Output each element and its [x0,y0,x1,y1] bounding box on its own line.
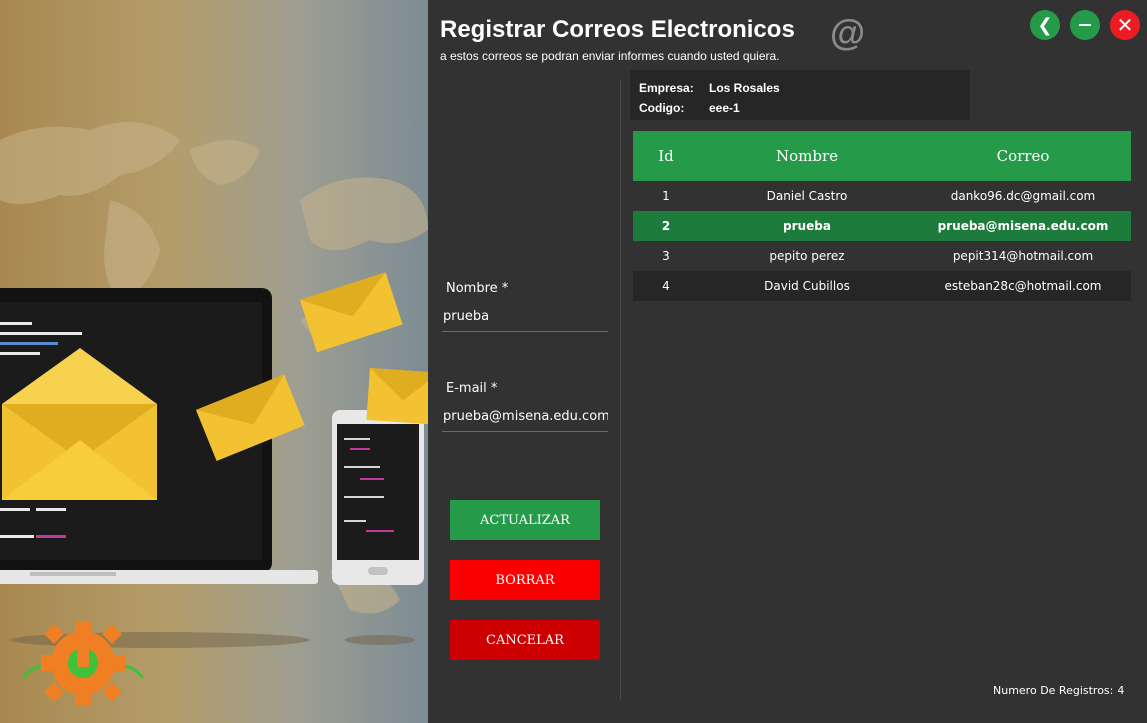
company-info: Empresa: Los Rosales Codigo: eee-1 [630,70,970,120]
table-row[interactable]: 1 Daniel Castro danko96.dc@gmail.com [633,181,1131,211]
cell-correo: prueba@misena.edu.com [937,219,1109,233]
cell-id: 4 [662,279,670,293]
cell-correo: esteban28c@hotmail.com [944,279,1102,293]
close-button[interactable]: ✕ [1110,10,1140,40]
column-header-id[interactable]: Id [633,147,699,165]
page-title: Registrar Correos Electronicos [440,16,795,43]
cancel-button[interactable]: CANCELAR [450,620,600,660]
record-count: Numero De Registros: 4 [993,684,1124,697]
email-label: E-mail * [446,381,498,396]
cell-correo: danko96.dc@gmail.com [950,189,1096,203]
cell-correo: pepit314@hotmail.com [952,249,1094,263]
table-header: Id Nombre Correo [633,131,1131,181]
cell-nombre: pepito perez [769,249,845,263]
back-button[interactable]: ❮ [1030,10,1060,40]
column-header-nombre[interactable]: Nombre [699,147,915,165]
nombre-field[interactable] [442,302,608,332]
cell-id: 3 [662,249,670,263]
email-illustration [0,0,428,723]
email-field[interactable] [442,402,608,432]
table-row[interactable]: 3 pepito perez pepit314@hotmail.com [633,241,1131,271]
empresa-value: Los Rosales [709,81,780,95]
record-count-label: Numero De Registros: [993,684,1114,697]
back-arrow-icon: ❮ [1037,14,1053,36]
codigo-label: Codigo: [639,101,685,115]
registration-panel: Registrar Correos Electronicos a estos c… [428,0,1147,723]
close-icon: ✕ [1116,13,1134,37]
emails-table: Id Nombre Correo 1 Daniel Castro danko96… [633,131,1131,301]
cell-nombre: Daniel Castro [766,189,848,203]
at-sign-icon: @ [830,12,866,53]
delete-button[interactable]: BORRAR [450,560,600,600]
page-subtitle: a estos correos se podran enviar informe… [440,49,780,63]
cell-id: 2 [661,219,671,233]
empresa-label: Empresa: [639,81,694,95]
vertical-divider [620,80,621,700]
minimize-button[interactable] [1070,10,1100,40]
table-row[interactable]: 4 David Cubillos esteban28c@hotmail.com [633,271,1131,301]
cell-nombre: prueba [783,219,831,233]
record-count-value: 4 [1117,684,1125,697]
column-header-correo[interactable]: Correo [915,147,1131,165]
table-row-selected[interactable]: 2 prueba prueba@misena.edu.com [633,211,1131,241]
cell-id: 1 [662,189,670,203]
nombre-label: Nombre * [446,281,509,296]
illustration-graphic [0,122,428,705]
cell-nombre: David Cubillos [764,279,850,293]
update-button[interactable]: ACTUALIZAR [450,500,600,540]
codigo-value: eee-1 [709,101,740,115]
